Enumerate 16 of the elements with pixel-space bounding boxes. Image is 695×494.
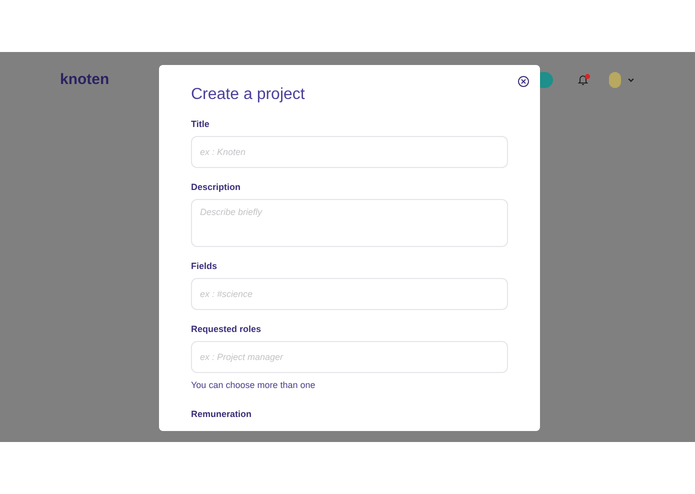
field-label: Requested roles — [191, 323, 262, 335]
logo[interactable]: knoten — [60, 68, 110, 92]
input-field[interactable]: ex : Knoten — [191, 136, 508, 168]
input-field[interactable]: ex : #science — [191, 278, 508, 310]
close-icon — [521, 79, 526, 84]
field-label: Fields — [191, 260, 218, 272]
bell-icon[interactable] — [577, 74, 589, 86]
modal-title: Create a project — [191, 85, 306, 105]
field-label: Title — [191, 118, 210, 130]
field-label: Description — [191, 181, 242, 193]
close-button[interactable] — [518, 76, 529, 87]
description-field[interactable]: Describe briefly — [191, 199, 508, 247]
input-field[interactable]: ex : Project manager — [191, 341, 508, 373]
helper-text: You can choose more than one — [191, 379, 316, 392]
field-label: Remuneration — [191, 408, 253, 420]
chevron-down-icon[interactable] — [627, 76, 635, 84]
